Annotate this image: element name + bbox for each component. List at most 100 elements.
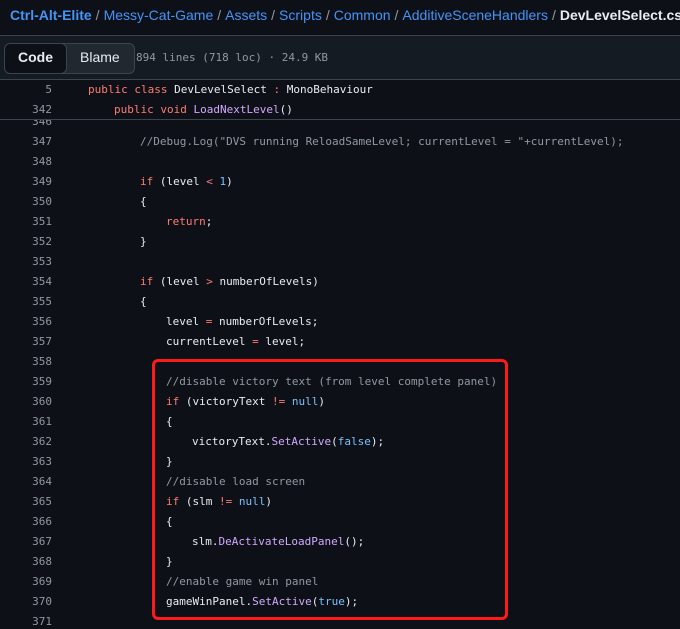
line-number[interactable]: 347 (0, 132, 52, 152)
code-token: { (140, 195, 147, 208)
line-number[interactable]: 361 (0, 412, 52, 432)
code-line: 346 (0, 120, 680, 132)
line-number[interactable]: 352 (0, 232, 52, 252)
code-token: if (140, 175, 154, 188)
code-token: level (166, 315, 206, 328)
breadcrumb-item-additive-scene-handlers[interactable]: AdditiveSceneHandlers (402, 7, 548, 23)
view-mode-toggle: Code Blame (4, 43, 135, 74)
breadcrumb-separator: / (551, 7, 556, 23)
code-token: numberOfLevels) (212, 275, 319, 288)
code-token: () (279, 103, 293, 116)
breadcrumb-item-assets[interactable]: Assets (225, 7, 267, 23)
breadcrumb-separator: / (325, 7, 330, 23)
code-token: return (166, 215, 206, 228)
code-line: 354 if (level > numberOfLevels) (0, 272, 680, 292)
code-token: ; (205, 215, 213, 228)
code-token: //Debug.Log("DVS running ReloadSameLevel… (140, 135, 624, 148)
line-number[interactable]: 368 (0, 552, 52, 572)
line-number[interactable]: 364 (0, 472, 52, 492)
sticky-lines: 5 public class DevLevelSelect : MonoBehav… (0, 80, 680, 120)
code-token: numberOfLevels; (212, 315, 319, 328)
breadcrumb-item-scripts[interactable]: Scripts (279, 7, 322, 23)
line-number[interactable]: 356 (0, 312, 52, 332)
line-number[interactable]: 359 (0, 372, 52, 392)
file-meta-info: 894 lines (718 loc) · 24.9 KB (136, 51, 329, 64)
line-number[interactable]: 362 (0, 432, 52, 452)
breadcrumb: Ctrl-Alt-Elite / Messy-Cat-Game / Assets / Scr… (10, 5, 680, 25)
line-number[interactable]: 367 (0, 532, 52, 552)
code-token: public (88, 83, 128, 96)
line-number[interactable]: 355 (0, 292, 52, 312)
line-number[interactable]: 5 (0, 80, 52, 100)
line-code: public class DevLevelSelect : MonoBehavi… (88, 80, 373, 100)
code-line: 351 return; (0, 212, 680, 232)
code-token: currentLevel (166, 335, 253, 348)
line-code: return; (166, 212, 212, 232)
line-code: { (140, 292, 147, 312)
code-token: = (252, 335, 259, 348)
line-code: } (140, 232, 147, 252)
line-code: if (level < 1) (140, 172, 233, 192)
line-number[interactable]: 357 (0, 332, 52, 352)
line-code: level = numberOfLevels; (166, 312, 318, 332)
code-token: class (134, 83, 168, 96)
code-line: 342 public void LoadNextLevel() (0, 100, 680, 120)
line-number[interactable]: 342 (0, 100, 52, 120)
code-view-button[interactable]: Code (4, 44, 67, 73)
code-token: void (160, 103, 187, 116)
line-number[interactable]: 354 (0, 272, 52, 292)
line-number[interactable]: 358 (0, 352, 52, 372)
code-token: < (206, 175, 213, 188)
code-token: DevLevelSelect (174, 83, 267, 96)
line-code: public void LoadNextLevel() (114, 100, 293, 120)
line-code: currentLevel = level; (166, 332, 305, 352)
line-number[interactable]: 366 (0, 512, 52, 532)
code-line: 5 public class DevLevelSelect : MonoBehav… (0, 80, 680, 100)
breadcrumb-current-file: DevLevelSelect.cs (559, 7, 680, 23)
breadcrumb-repo-owner[interactable]: Ctrl-Alt-Elite (10, 7, 92, 23)
code-line: 348 (0, 152, 680, 172)
line-number[interactable]: 369 (0, 572, 52, 592)
code-token: MonoBehaviour (286, 83, 373, 96)
line-number[interactable]: 348 (0, 152, 52, 172)
line-number[interactable]: 370 (0, 592, 52, 612)
line-number[interactable]: 363 (0, 452, 52, 472)
line-number[interactable]: 360 (0, 392, 52, 412)
line-number[interactable]: 346 (0, 120, 52, 132)
line-code: { (140, 192, 147, 212)
code-token: } (140, 235, 147, 248)
code-token: { (140, 295, 147, 308)
code-line: 357 currentLevel = level; (0, 332, 680, 352)
breadcrumb-separator: / (271, 7, 276, 23)
code-token: (level (153, 275, 207, 288)
code-line: 353 (0, 252, 680, 272)
code-line: 356 level = numberOfLevels; (0, 312, 680, 332)
line-code: //Debug.Log("DVS running ReloadSameLevel… (140, 132, 623, 152)
code-token: LoadNextLevel (193, 103, 280, 116)
sticky-scope-header: 5 public class DevLevelSelect : MonoBehav… (0, 80, 680, 120)
breadcrumb-item-messy-cat-game[interactable]: Messy-Cat-Game (104, 7, 214, 23)
code-line: 350 { (0, 192, 680, 212)
line-number[interactable]: 353 (0, 252, 52, 272)
code-token: if (140, 275, 154, 288)
breadcrumb-separator: / (95, 7, 100, 23)
line-number[interactable]: 350 (0, 192, 52, 212)
line-number[interactable]: 371 (0, 612, 52, 629)
breadcrumb-item-common[interactable]: Common (334, 7, 391, 23)
line-number[interactable]: 351 (0, 212, 52, 232)
line-number[interactable]: 349 (0, 172, 52, 192)
code-token: level; (258, 335, 306, 348)
blame-view-button[interactable]: Blame (66, 44, 134, 73)
code-token: > (206, 275, 213, 288)
code-token: ) (226, 175, 233, 188)
line-code: if (level > numberOfLevels) (140, 272, 319, 292)
breadcrumb-separator: / (394, 7, 399, 23)
code-line: 349 if (level < 1) (0, 172, 680, 192)
code-line: 352} (0, 232, 680, 252)
code-token: (level (153, 175, 207, 188)
line-number[interactable]: 365 (0, 492, 52, 512)
code-line: 355 { (0, 292, 680, 312)
breadcrumb-separator: / (217, 7, 222, 23)
code-token: public (114, 103, 154, 116)
